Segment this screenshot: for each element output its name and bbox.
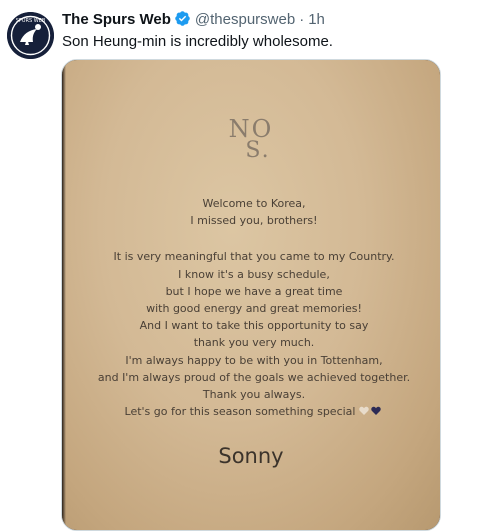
logo-line-2: S.	[245, 138, 271, 163]
display-name[interactable]: The Spurs Web	[62, 11, 171, 28]
letter-line: and I'm always proud of the goals we ach…	[97, 370, 411, 384]
letter-line: Welcome to Korea,	[202, 197, 306, 210]
tweet-text: Son Heung-min is incredibly wholesome.	[62, 33, 333, 50]
letter-line: Thank you always.	[202, 387, 306, 401]
card-logo: NO S.	[62, 115, 440, 163]
letter-paragraph-gap	[74, 229, 434, 248]
logo-line-1: NO	[228, 115, 274, 143]
letter-line: I'm always happy to be with you in Totte…	[125, 353, 383, 367]
avatar-logo-text: SPURS WEB	[16, 18, 46, 24]
timestamp[interactable]: 1h	[308, 11, 325, 28]
hearts-icon	[359, 404, 383, 421]
letter-line: thank you very much.	[193, 336, 315, 350]
letter-text: Welcome to Korea, I missed you, brothers…	[74, 195, 434, 420]
letter-card: NO S. Welcome to Korea, I missed you, br…	[62, 60, 440, 530]
tweet-photo[interactable]: NO S. Welcome to Korea, I missed you, br…	[61, 59, 441, 531]
letter-line: but I hope we have a great time	[165, 284, 343, 298]
verified-badge-icon	[174, 10, 191, 33]
letter-line: And I want to take this opportunity to s…	[139, 319, 369, 333]
user-handle[interactable]: @thespursweb	[195, 11, 295, 28]
letter-line: Let's go for this season something speci…	[124, 405, 356, 419]
signature: Sonny	[218, 444, 284, 468]
spurs-web-logo-icon: SPURS WEB	[7, 12, 54, 59]
avatar[interactable]: SPURS WEB	[7, 12, 54, 59]
letter-line-last: Let's go for this season something speci…	[74, 403, 434, 420]
letter-line: with good energy and great memories!	[146, 301, 362, 315]
letter-line: I know it's a busy schedule,	[178, 267, 330, 281]
letter-line: I missed you, brothers!	[190, 214, 318, 228]
separator-dot: ·	[299, 11, 305, 28]
letter-line: It is very meaningful that you came to m…	[113, 250, 395, 264]
tweet-header: The Spurs Web @thespursweb · 1h	[62, 10, 325, 33]
